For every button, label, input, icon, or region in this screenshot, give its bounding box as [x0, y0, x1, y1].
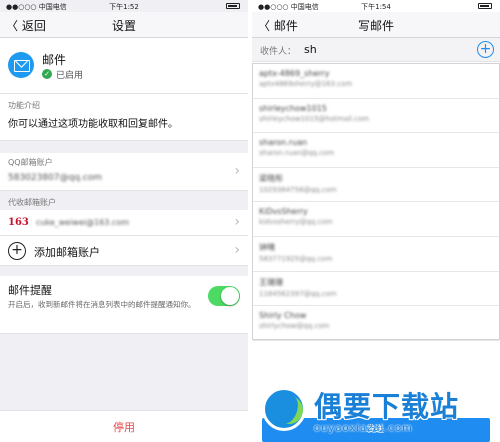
watermark-title: 偶要下载站 [314, 390, 460, 423]
mail-reminder-row: 邮件提醒 开启后，收到新邮件将在消息列表中的邮件提醒通知你。 [0, 276, 248, 334]
disable-label: 停用 [113, 421, 135, 434]
suggestion-email: 1184562397@qq.com [259, 289, 337, 298]
proxy-account-row[interactable]: 163 cuke_weiwei@163.com › [0, 210, 248, 236]
settings-screen: ●●○○○ 中国电信 下午1:52 〈 返回 设置 邮件 ✓ 已启用 功能介绍 … [0, 0, 248, 442]
suggestion-email: 1029384756@qq.com [259, 185, 337, 194]
suggestion-item[interactable]: sharon.ruan sharon.ruan@qq.com [253, 133, 499, 168]
proxy-section-label: 代收邮箱账户 [8, 198, 56, 207]
status-time: 下午1:52 [109, 3, 139, 11]
status-time: 下午1:54 [361, 3, 391, 11]
qq-account-row[interactable]: QQ邮箱账户 583023807@qq.com › [0, 153, 248, 191]
suggestion-name: KiDvsSherry [259, 207, 308, 217]
suggestion-item[interactable]: aptx-4869_sherry aptx4869sherry@163.com [253, 64, 499, 99]
add-account-label: 添加邮箱账户 [34, 246, 100, 259]
check-icon: ✓ [42, 69, 52, 79]
page-title: 写邮件 [357, 19, 394, 33]
toggle-knob [221, 287, 239, 305]
reminder-toggle[interactable] [208, 286, 240, 306]
suggestion-email: aptx4869sherry@163.com [259, 80, 353, 88]
suggestion-item[interactable]: 王珊珊 1184562397@qq.com [253, 272, 499, 307]
disable-button[interactable]: 停用 [0, 410, 248, 442]
suggestion-email: shirlychow@qq.com [259, 322, 330, 331]
suggestion-item[interactable]: Shirly Chow shirlychow@qq.com [253, 306, 499, 341]
watermark-url: ouyaoxiazai.com [314, 423, 413, 434]
suggestion-list: aptx-4869_sherry aptx4869sherry@163.com sh… [252, 63, 500, 341]
add-contact-icon[interactable]: + [477, 41, 494, 58]
suggestion-email: 583771925@qq.com [259, 254, 333, 263]
suggestion-name: sharon.ruan [259, 138, 308, 148]
compose-screen: ●●○○○ 中国电信 下午1:54 〈 邮件 写邮件 收件人： sh + apt… [252, 0, 500, 442]
nav-bar: 〈 返回 设置 [0, 12, 248, 38]
mail-feature-card: 邮件 ✓ 已启用 [0, 38, 248, 94]
status-bar: ●●○○○ 中国电信 下午1:52 [0, 0, 248, 12]
suggestion-email: sharon.ruan@qq.com [259, 149, 335, 158]
watermark: 偶要下载站 ouyaoxiazai.com [262, 383, 500, 442]
plus-circle-icon: + [8, 242, 26, 260]
status-bar: ●●○○○ 中国电信 下午1:54 [252, 0, 500, 12]
suggestion-item[interactable]: KiDvsSherry kidvssherry@qq.com [253, 202, 499, 237]
feature-name: 邮件 [42, 53, 67, 67]
suggestion-name: 钟晴 [259, 242, 275, 252]
chevron-right-icon: › [234, 242, 240, 258]
recipient-field[interactable]: 收件人： sh + [252, 38, 500, 62]
reminder-title: 邮件提醒 [8, 284, 52, 297]
chevron-right-icon: › [234, 163, 240, 179]
reminder-description: 开启后，收到新邮件将在消息列表中的邮件提醒通知你。 [8, 300, 196, 309]
163-logo: 163 [8, 217, 29, 228]
suggestion-item[interactable]: 钟晴 583771925@qq.com [253, 237, 499, 272]
proxy-account-email: cuke_weiwei@163.com [36, 218, 130, 227]
intro-section: 功能介绍 你可以通过这项功能收取和回复邮件。 [0, 94, 248, 141]
suggestion-item[interactable]: shirleychow1015 shirleychow1015@hotmail.c… [253, 99, 499, 134]
page-title: 设置 [111, 19, 136, 33]
suggestion-email: kidvssherry@qq.com [259, 218, 333, 227]
suggestion-name: Shirly Chow [259, 311, 307, 321]
recipient-input[interactable]: sh [304, 43, 317, 56]
suggestion-email: shirleychow1015@hotmail.com [259, 114, 370, 123]
qq-account-label: QQ邮箱账户 [8, 158, 53, 167]
suggestion-name: 王珊珊 [259, 277, 283, 287]
intro-text: 你可以通过这项功能收取和回复邮件。 [8, 119, 178, 130]
suggestion-name: shirleychow1015 [259, 103, 327, 113]
site-logo-icon [262, 387, 306, 431]
battery-icon [226, 3, 240, 9]
intro-label: 功能介绍 [8, 101, 40, 110]
battery-icon [478, 3, 492, 9]
nav-bar: 〈 邮件 写邮件 [252, 12, 500, 38]
enabled-status: 已启用 [56, 71, 84, 81]
chevron-right-icon: › [234, 214, 240, 230]
recipient-label: 收件人： [260, 47, 297, 57]
suggestion-item[interactable]: 梁晓彤 1029384756@qq.com [253, 168, 499, 203]
add-mail-account-row[interactable]: + 添加邮箱账户 › [0, 236, 248, 266]
suggestion-name: aptx-4869_sherry [259, 69, 330, 78]
suggestion-name: 梁晓彤 [259, 173, 283, 183]
mail-icon [8, 52, 34, 78]
qq-account-value: 583023807@qq.com [8, 173, 103, 183]
